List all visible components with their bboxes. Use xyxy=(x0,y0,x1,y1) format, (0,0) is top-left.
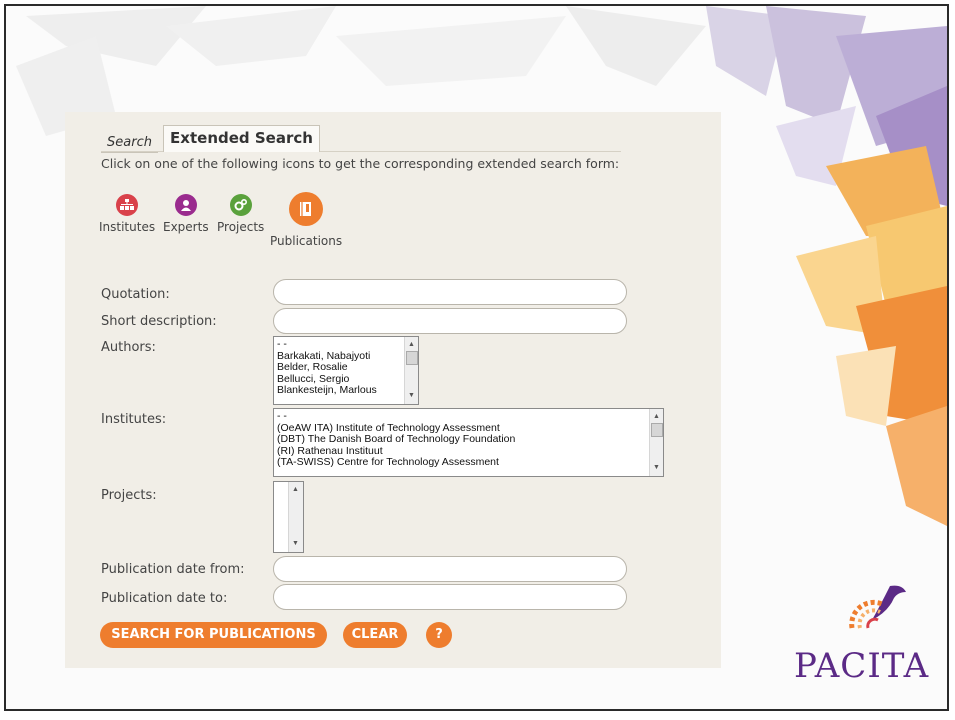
scroll-up-icon[interactable]: ▲ xyxy=(292,484,299,496)
scroll-down-icon[interactable]: ▼ xyxy=(292,538,299,550)
category-publications[interactable]: Publications xyxy=(270,192,342,248)
sitemap-icon xyxy=(116,194,139,216)
scroll-up-icon[interactable]: ▲ xyxy=(653,411,660,423)
institutes-label: Institutes: xyxy=(101,412,167,427)
tab-search[interactable]: Search xyxy=(101,135,158,153)
clear-button[interactable]: CLEAR xyxy=(343,622,407,648)
authors-option[interactable]: - - xyxy=(277,338,377,351)
date-from-input[interactable] xyxy=(273,556,627,582)
slide-frame: Search Extended Search Click on one of t… xyxy=(4,4,949,711)
short-description-input[interactable] xyxy=(273,308,627,334)
authors-select[interactable]: - - Barkakati, Nabajyoti Belder, Rosalie… xyxy=(273,336,419,405)
projects-label: Projects: xyxy=(101,488,157,503)
authors-option[interactable]: Blankesteijn, Marlous xyxy=(277,385,377,397)
extended-search-panel: Search Extended Search Click on one of t… xyxy=(65,112,721,668)
help-button[interactable]: ? xyxy=(426,622,452,648)
scroll-down-icon[interactable]: ▼ xyxy=(408,390,415,402)
pacita-logo-text: PACITA xyxy=(794,646,930,686)
scroll-thumb[interactable] xyxy=(651,423,663,437)
institutes-option[interactable]: - - xyxy=(277,410,515,423)
category-label: Experts xyxy=(163,220,209,234)
search-publications-button[interactable]: SEARCH FOR PUBLICATIONS xyxy=(100,622,327,648)
pacita-bird-logo xyxy=(849,585,906,629)
category-institutes[interactable]: Institutes xyxy=(99,194,155,234)
instructions-text: Click on one of the following icons to g… xyxy=(101,156,620,171)
authors-scrollbar[interactable]: ▲ ▼ xyxy=(404,337,418,404)
date-to-label: Publication date to: xyxy=(101,591,228,606)
projects-scrollbar[interactable]: ▲ ▼ xyxy=(288,482,303,552)
short-description-label: Short description: xyxy=(101,314,217,329)
gears-icon xyxy=(229,194,252,216)
category-label: Publications xyxy=(270,234,343,248)
institutes-select[interactable]: - - (OeAW ITA) Institute of Technology A… xyxy=(273,408,664,477)
scroll-down-icon[interactable]: ▼ xyxy=(653,462,660,474)
institutes-scrollbar[interactable]: ▲ ▼ xyxy=(649,409,663,476)
category-experts[interactable]: Experts xyxy=(163,194,209,234)
book-icon xyxy=(289,192,324,226)
date-to-input[interactable] xyxy=(273,584,627,610)
tab-extended-search[interactable]: Extended Search xyxy=(163,125,320,152)
quotation-label: Quotation: xyxy=(101,287,170,302)
quotation-input[interactable] xyxy=(273,279,627,305)
authors-label: Authors: xyxy=(101,340,156,355)
scroll-thumb[interactable] xyxy=(406,351,418,365)
category-label: Projects xyxy=(217,220,265,234)
category-projects[interactable]: Projects xyxy=(217,194,264,234)
date-from-label: Publication date from: xyxy=(101,562,245,577)
institutes-option[interactable]: (TA-SWISS) Centre for Technology Assessm… xyxy=(277,457,515,469)
projects-select[interactable]: ▲ ▼ xyxy=(273,481,304,553)
category-label: Institutes xyxy=(99,220,156,234)
scroll-up-icon[interactable]: ▲ xyxy=(408,339,415,351)
person-icon xyxy=(174,194,197,216)
